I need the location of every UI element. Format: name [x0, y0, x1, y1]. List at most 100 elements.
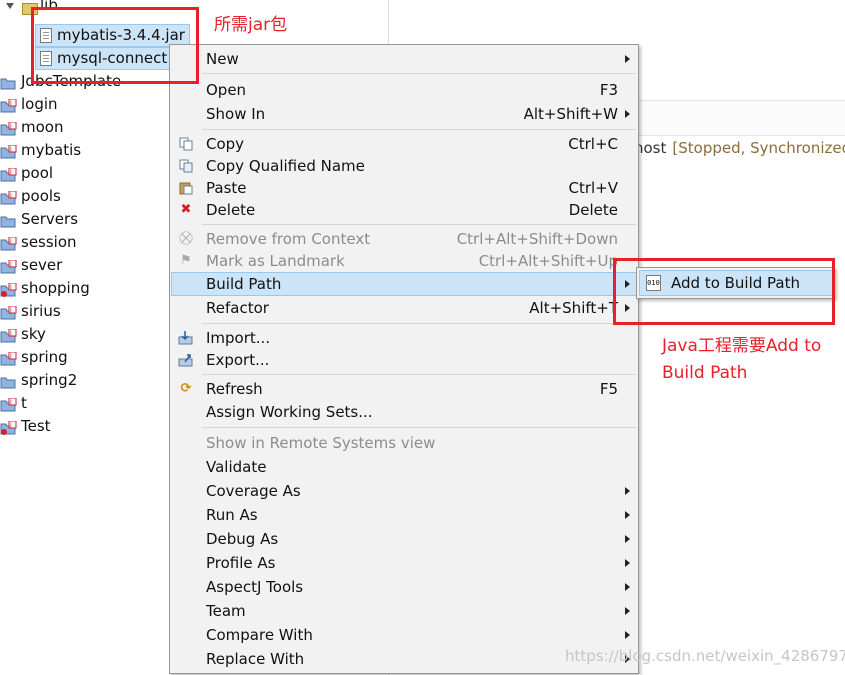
tree-item-label: moon [21, 118, 64, 136]
svg-text:J: J [9, 399, 12, 406]
java-project-icon: J [0, 143, 17, 159]
menu-item-delete[interactable]: ✖ Delete Delete [172, 199, 636, 221]
tree-item-label: Servers [21, 210, 79, 228]
tree-item-label: shopping [21, 279, 90, 297]
java-project-error-icon: J [0, 281, 17, 297]
menu-item-profile-as[interactable]: Profile As [172, 552, 636, 574]
menu-item-aspectj-tools[interactable]: AspectJ Tools [172, 576, 636, 598]
menu-item-refactor[interactable]: Refactor Alt+Shift+T [172, 297, 636, 319]
menu-separator [202, 224, 636, 225]
tree-item-label: spring [21, 348, 68, 366]
menu-item-shortcut: Ctrl+C [568, 135, 618, 153]
menu-item-label: Delete [206, 201, 256, 219]
menu-item-shortcut: Alt+Shift+T [529, 299, 618, 317]
delete-icon: ✖ [180, 202, 192, 217]
svg-text:J: J [9, 100, 12, 107]
menu-item-import[interactable]: Import... [172, 327, 636, 349]
menu-item-assign-working-sets[interactable]: Assign Working Sets... [172, 401, 636, 423]
menu-item-label: Assign Working Sets... [206, 403, 373, 421]
menu-item-label: Copy [206, 135, 245, 153]
tree-item-label: mybatis [21, 141, 82, 159]
expand-arrow-icon[interactable] [6, 3, 14, 9]
menu-item-new[interactable]: New [172, 48, 636, 70]
menu-item-run-as[interactable]: Run As [172, 504, 636, 526]
menu-separator [202, 427, 636, 428]
menu-item-open[interactable]: Open F3 [172, 79, 636, 101]
svg-text:J: J [9, 422, 12, 429]
menu-item-shortcut: Ctrl+Alt+Shift+Up [478, 252, 618, 270]
svg-text:J: J [9, 238, 12, 245]
menu-item-label: Export... [206, 351, 270, 369]
menu-item-show-in-remote-systems[interactable]: Show in Remote Systems view [172, 432, 636, 454]
menu-item-mark-as-landmark[interactable]: ⚑ Mark as Landmark Ctrl+Alt+Shift+Up [172, 250, 636, 272]
menu-item-show-in[interactable]: Show In Alt+Shift+W [172, 103, 636, 125]
menu-item-label: Profile As [206, 554, 276, 572]
svg-text:J: J [9, 192, 12, 199]
menu-item-team[interactable]: Team [172, 600, 636, 622]
menu-item-refresh[interactable]: ⟳ Refresh F5 [172, 378, 636, 400]
menu-item-shortcut: F3 [599, 81, 618, 99]
menu-item-remove-from-context[interactable]: ⛒ Remove from Context Ctrl+Alt+Shift+Dow… [172, 228, 636, 250]
menu-item-validate[interactable]: Validate [172, 456, 636, 478]
menu-separator [202, 129, 636, 130]
tree-item-label: session [21, 233, 77, 251]
menu-item-label: Team [206, 602, 246, 620]
java-project-icon: J [0, 120, 17, 136]
menu-item-label: Paste [206, 179, 247, 197]
java-project-icon: J [0, 327, 17, 343]
menu-separator [202, 73, 636, 74]
menu-item-copy[interactable]: Copy Ctrl+C [172, 133, 636, 155]
submenu-arrow-icon [625, 535, 630, 543]
tree-item-label: sky [21, 325, 46, 343]
menu-item-compare-with[interactable]: Compare With [172, 624, 636, 646]
java-project-icon: J [0, 304, 17, 320]
menu-item-debug-as[interactable]: Debug As [172, 528, 636, 550]
tree-item-label: sirius [21, 302, 61, 320]
java-project-error-icon: J [0, 419, 17, 435]
menu-item-shortcut: Ctrl+Alt+Shift+Down [456, 230, 618, 248]
menu-item-shortcut: F5 [599, 380, 618, 398]
menu-item-build-path[interactable]: Build Path [171, 272, 637, 296]
menu-item-label: Refresh [206, 380, 263, 398]
menu-item-coverage-as[interactable]: Coverage As [172, 480, 636, 502]
server-status: [Stopped, Synchronized [672, 139, 845, 157]
folder-project-icon [0, 74, 17, 90]
tree-item-label: pools [21, 187, 61, 205]
menu-item-copy-qualified-name[interactable]: Copy Qualified Name [172, 155, 636, 177]
java-project-icon: J [0, 235, 17, 251]
export-icon [178, 353, 194, 367]
folder-project-icon [0, 373, 17, 389]
menu-item-export[interactable]: Export... [172, 349, 636, 371]
refresh-icon: ⟳ [180, 381, 192, 396]
java-project-icon: J [0, 258, 17, 274]
menu-item-label: Build Path [206, 275, 282, 293]
svg-text:J: J [9, 123, 12, 130]
java-project-icon: J [0, 396, 17, 412]
menu-item-label: Validate [206, 458, 267, 476]
copy-icon [178, 137, 194, 151]
menu-item-label: Show in Remote Systems view [206, 434, 436, 452]
java-project-icon: J [0, 166, 17, 182]
menu-item-label: Coverage As [206, 482, 301, 500]
landmark-icon: ⚑ [180, 253, 192, 268]
build-path-annotation-line2: Build Path [662, 363, 748, 383]
menu-item-paste[interactable]: Paste Ctrl+V [172, 177, 636, 199]
menu-item-label: Remove from Context [206, 230, 371, 248]
java-project-icon: J [0, 350, 17, 366]
menu-item-label: Copy Qualified Name [206, 157, 365, 175]
menu-item-label: Debug As [206, 530, 279, 548]
tree-item-label: Test [21, 417, 51, 435]
menu-item-label: Refactor [206, 299, 269, 317]
tree-item-label: spring2 [21, 371, 78, 389]
submenu-arrow-icon [625, 631, 630, 639]
menu-separator [202, 374, 636, 375]
svg-text:J: J [9, 353, 12, 360]
submenu-arrow-icon [625, 583, 630, 591]
menu-item-label: Import... [206, 329, 271, 347]
server-entry[interactable]: host [Stopped, Synchronized [634, 139, 845, 157]
svg-text:J: J [9, 169, 12, 176]
menu-separator [202, 323, 636, 324]
submenu-arrow-icon [625, 110, 630, 118]
tree-item-label: t [21, 394, 27, 412]
watermark: https://blog.csdn.net/weixin_42867975 [565, 647, 845, 665]
